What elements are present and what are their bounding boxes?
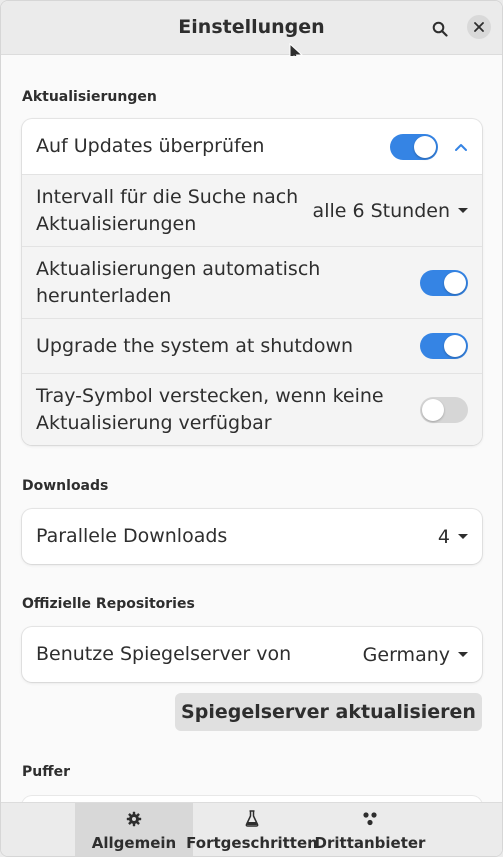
tab-label: Allgemein bbox=[91, 833, 177, 852]
tab-drittanbieter[interactable]: Drittanbieter bbox=[311, 803, 429, 856]
tab-allgemein[interactable]: Allgemein bbox=[75, 803, 193, 856]
parallel-downloads-value[interactable]: 4 bbox=[438, 526, 450, 548]
parallel-downloads-row[interactable]: Parallele Downloads 4 bbox=[22, 509, 482, 564]
mirror-country-row[interactable]: Benutze Spiegelserver von Germany bbox=[22, 627, 482, 682]
settings-content[interactable]: Aktualisierungen Auf Updates überprüfen … bbox=[1, 56, 502, 816]
chevron-up-icon[interactable] bbox=[454, 140, 468, 154]
downloads-card: Parallele Downloads 4 bbox=[22, 509, 482, 564]
search-icon bbox=[432, 21, 448, 37]
third-party-icon bbox=[361, 810, 379, 828]
section-title-cache: Puffer bbox=[22, 764, 70, 780]
close-button[interactable] bbox=[467, 15, 491, 39]
upgrade-shutdown-row[interactable]: Upgrade the system at shutdown bbox=[22, 318, 482, 373]
dropdown-arrow-icon bbox=[458, 652, 468, 657]
auto-download-label: Aktualisierungen automatisch herunterlad… bbox=[36, 257, 321, 307]
dropdown-arrow-icon bbox=[458, 208, 468, 213]
section-title-downloads: Downloads bbox=[22, 478, 109, 494]
updates-card: Auf Updates überprüfen Intervall für die… bbox=[22, 119, 482, 445]
flask-icon bbox=[245, 810, 259, 828]
upgrade-shutdown-switch[interactable] bbox=[420, 333, 468, 359]
update-interval-value[interactable]: alle 6 Stunden bbox=[313, 200, 450, 222]
check-updates-label: Auf Updates überprüfen bbox=[36, 135, 265, 157]
update-interval-row[interactable]: Intervall für die Suche nach Aktualisier… bbox=[22, 174, 482, 246]
mirror-country-value[interactable]: Germany bbox=[363, 644, 450, 666]
dropdown-arrow-icon bbox=[458, 534, 468, 539]
refresh-mirrors-button[interactable]: Spiegelserver aktualisieren bbox=[175, 693, 482, 731]
section-title-updates: Aktualisierungen bbox=[22, 89, 157, 105]
tab-label: Fortgeschritten bbox=[186, 833, 318, 852]
section-title-repositories: Offizielle Repositories bbox=[22, 596, 195, 612]
search-button[interactable] bbox=[426, 15, 454, 43]
auto-download-row[interactable]: Aktualisierungen automatisch herunterlad… bbox=[22, 246, 482, 318]
check-updates-row[interactable]: Auf Updates überprüfen bbox=[22, 119, 482, 174]
close-icon bbox=[474, 22, 484, 32]
auto-download-switch[interactable] bbox=[420, 269, 468, 296]
upgrade-shutdown-label: Upgrade the system at shutdown bbox=[36, 334, 354, 357]
bottom-tab-bar: Allgemein Fortgeschritten Drittanbieter bbox=[1, 802, 502, 856]
parallel-downloads-label: Parallele Downloads bbox=[36, 525, 228, 547]
mirror-country-label: Benutze Spiegelserver von bbox=[36, 643, 292, 665]
repositories-card: Benutze Spiegelserver von Germany bbox=[22, 627, 482, 682]
hide-tray-label: Tray-Symbol verstecken, wenn keine Aktua… bbox=[36, 384, 384, 434]
settings-window: Einstellungen Aktualisierungen Auf Updat… bbox=[0, 0, 503, 857]
tab-fortgeschritten[interactable]: Fortgeschritten bbox=[186, 803, 318, 856]
header-bar: Einstellungen bbox=[1, 1, 502, 64]
tab-label: Drittanbieter bbox=[314, 833, 426, 852]
hide-tray-switch[interactable] bbox=[420, 396, 468, 423]
gear-icon bbox=[126, 810, 142, 828]
check-updates-switch[interactable] bbox=[390, 133, 438, 160]
hide-tray-row[interactable]: Tray-Symbol verstecken, wenn keine Aktua… bbox=[22, 373, 482, 445]
update-interval-label: Intervall für die Suche nach Aktualisier… bbox=[36, 185, 299, 235]
